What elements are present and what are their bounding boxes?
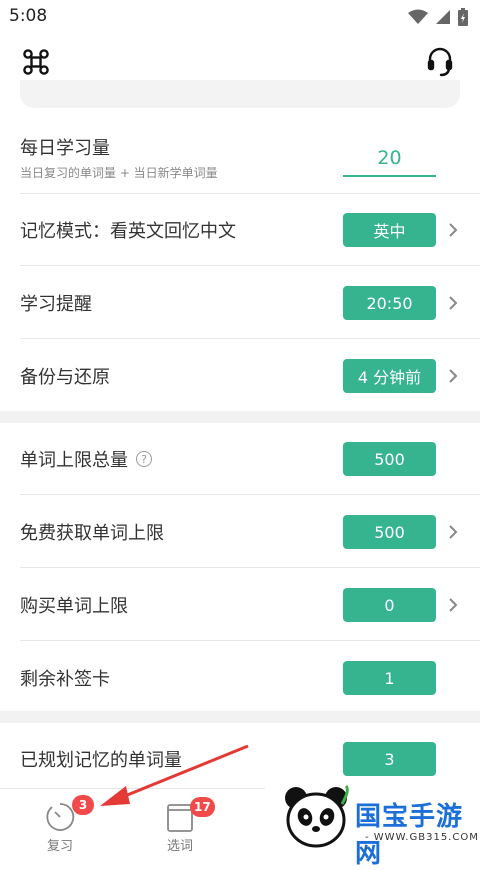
- section-separator: [0, 711, 480, 723]
- divider: [20, 338, 480, 339]
- previous-card-bottom: [20, 80, 460, 108]
- status-time: 5:08: [9, 6, 48, 26]
- status-icons: [408, 8, 468, 26]
- nav-review[interactable]: 3 复习: [20, 789, 100, 856]
- divider: [20, 494, 480, 495]
- free-word-limit-label: 免费获取单词上限: [20, 523, 164, 544]
- backup-restore-label: 备份与还原: [20, 367, 110, 388]
- divider: [20, 567, 480, 568]
- headset-support-icon[interactable]: [422, 44, 458, 80]
- memory-mode-label: 记忆模式：看英文回忆中文: [20, 221, 236, 242]
- daily-study-label: 每日学习量: [20, 138, 110, 159]
- command-menu-icon[interactable]: [18, 44, 54, 80]
- daily-study-sublabel: 当日复习的单词量 + 当日新学单词量: [20, 166, 218, 180]
- chevron-right-icon: [449, 598, 458, 612]
- buy-word-limit-row[interactable]: 购买单词上限 0: [0, 569, 480, 641]
- buy-word-limit-value[interactable]: 0: [343, 588, 436, 622]
- word-limit-total-value: 500: [343, 442, 436, 476]
- study-reminder-row[interactable]: 学习提醒 20:50: [0, 267, 480, 339]
- study-reminder-value[interactable]: 20:50: [343, 286, 436, 320]
- annotation-arrow: [100, 744, 249, 806]
- signal-icon: [436, 10, 450, 24]
- wifi-icon: [408, 9, 428, 24]
- word-limit-total-label: 单词上限总量 ?: [20, 446, 152, 472]
- word-limit-total-text: 单词上限总量: [20, 450, 128, 471]
- memory-mode-value[interactable]: 英中: [343, 213, 436, 247]
- chevron-right-icon: [449, 525, 458, 539]
- free-word-limit-value[interactable]: 500: [343, 515, 436, 549]
- buy-word-limit-label: 购买单词上限: [20, 596, 128, 617]
- makeup-card-row: 剩余补签卡 1: [0, 642, 480, 714]
- section-separator: [0, 411, 480, 423]
- chevron-right-icon: [449, 223, 458, 237]
- battery-icon: [458, 8, 468, 26]
- watermark: 国宝手游网 - WWW.GB315.COM -: [265, 776, 480, 869]
- nav-select-words-label: 选词: [166, 839, 193, 854]
- planned-words-value: 3: [343, 742, 436, 776]
- chevron-right-icon: [449, 369, 458, 383]
- status-bar: 5:08: [0, 0, 480, 34]
- watermark-url: - WWW.GB315.COM -: [365, 832, 479, 854]
- backup-restore-row[interactable]: 备份与还原 4 分钟前: [0, 340, 480, 412]
- makeup-card-label: 剩余补签卡: [20, 669, 110, 690]
- backup-restore-value[interactable]: 4 分钟前: [343, 359, 436, 393]
- chevron-right-icon: [449, 296, 458, 310]
- word-limit-total-row: 单词上限总量 ? 500: [0, 423, 480, 495]
- study-reminder-label: 学习提醒: [20, 294, 92, 315]
- memory-mode-row[interactable]: 记忆模式：看英文回忆中文 英中: [0, 194, 480, 266]
- free-word-limit-row[interactable]: 免费获取单词上限 500: [0, 496, 480, 568]
- divider: [20, 640, 480, 641]
- makeup-card-value: 1: [343, 661, 436, 695]
- daily-study-input[interactable]: 20: [343, 143, 436, 177]
- divider: [20, 265, 480, 266]
- nav-review-label: 复习: [46, 839, 73, 854]
- help-icon[interactable]: ?: [136, 451, 152, 467]
- panda-logo-icon: [285, 784, 349, 848]
